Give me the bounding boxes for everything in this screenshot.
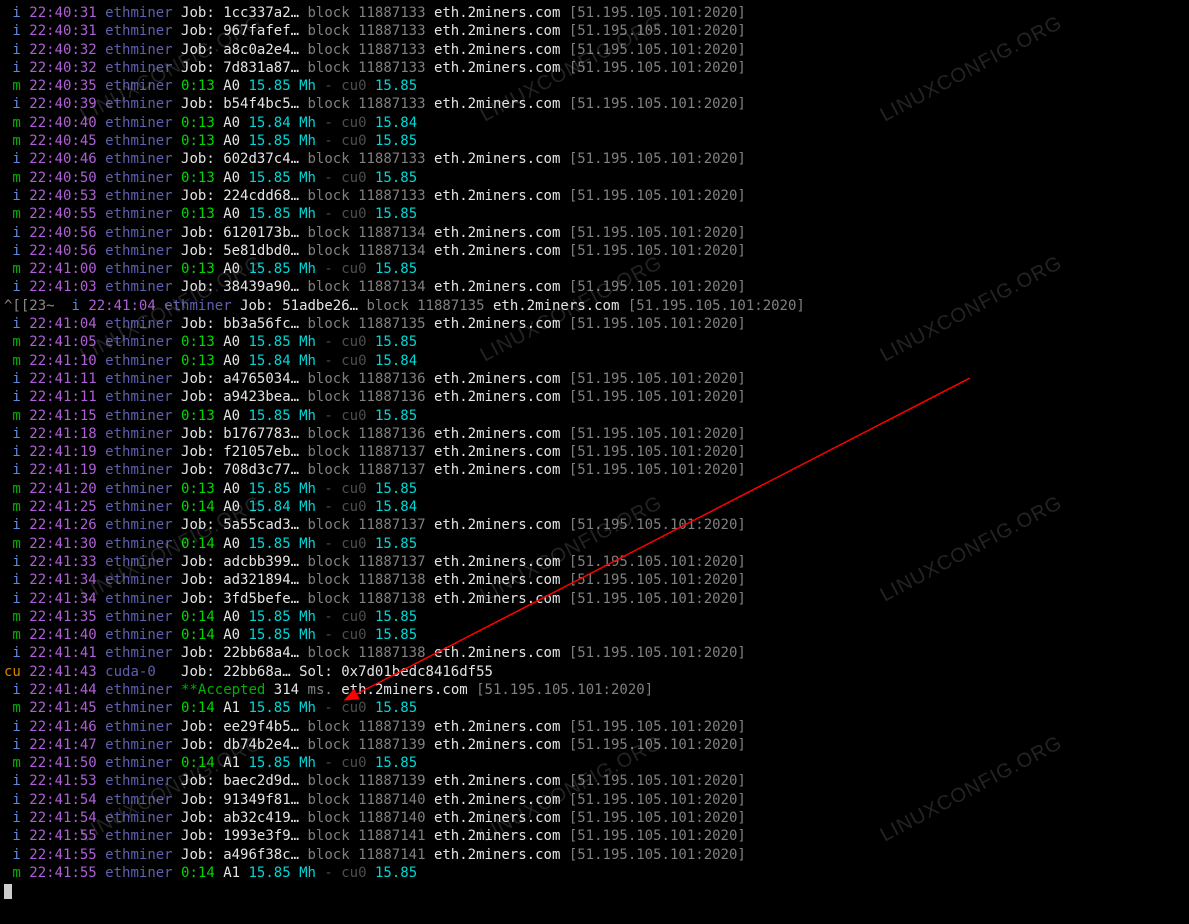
log-line: i 22:41:46 ethminer Job: ee29f4b5… block… xyxy=(4,718,1185,736)
log-line: i 22:41:19 ethminer Job: f21057eb… block… xyxy=(4,443,1185,461)
log-line: m 22:40:45 ethminer 0:13 A0 15.85 Mh - c… xyxy=(4,132,1185,150)
log-line: m 22:41:10 ethminer 0:13 A0 15.84 Mh - c… xyxy=(4,352,1185,370)
log-line: i 22:41:41 ethminer Job: 22bb68a4… block… xyxy=(4,644,1185,662)
log-line: m 22:41:25 ethminer 0:14 A0 15.84 Mh - c… xyxy=(4,498,1185,516)
log-line: m 22:41:15 ethminer 0:13 A0 15.85 Mh - c… xyxy=(4,407,1185,425)
log-line: i 22:40:32 ethminer Job: a8c0a2e4… block… xyxy=(4,41,1185,59)
log-line: i 22:41:54 ethminer Job: ab32c419… block… xyxy=(4,809,1185,827)
log-line: m 22:41:55 ethminer 0:14 A1 15.85 Mh - c… xyxy=(4,864,1185,882)
log-line: i 22:41:34 ethminer Job: 3fd5befe… block… xyxy=(4,590,1185,608)
log-line: i 22:41:34 ethminer Job: ad321894… block… xyxy=(4,571,1185,589)
log-line: m 22:41:50 ethminer 0:14 A1 15.85 Mh - c… xyxy=(4,754,1185,772)
log-line: i 22:41:11 ethminer Job: a9423bea… block… xyxy=(4,388,1185,406)
log-line: i 22:41:54 ethminer Job: 91349f81… block… xyxy=(4,791,1185,809)
log-line: i 22:41:55 ethminer Job: 1993e3f9… block… xyxy=(4,827,1185,845)
cursor-icon xyxy=(4,884,12,899)
log-line: m 22:40:40 ethminer 0:13 A0 15.84 Mh - c… xyxy=(4,114,1185,132)
log-line: i 22:41:19 ethminer Job: 708d3c77… block… xyxy=(4,461,1185,479)
log-line: i 22:40:32 ethminer Job: 7d831a87… block… xyxy=(4,59,1185,77)
log-line: i 22:40:46 ethminer Job: 602d37c4… block… xyxy=(4,150,1185,168)
log-line: i 22:40:39 ethminer Job: b54f4bc5… block… xyxy=(4,95,1185,113)
log-line: ^[[23~ i 22:41:04 ethminer Job: 51adbe26… xyxy=(4,297,1185,315)
log-line: i 22:40:53 ethminer Job: 224cdd68… block… xyxy=(4,187,1185,205)
log-line: i 22:41:47 ethminer Job: db74b2e4… block… xyxy=(4,736,1185,754)
terminal-output: i 22:40:31 ethminer Job: 1cc337a2… block… xyxy=(4,4,1185,901)
log-line: i 22:41:03 ethminer Job: 38439a90… block… xyxy=(4,278,1185,296)
log-line: m 22:41:35 ethminer 0:14 A0 15.85 Mh - c… xyxy=(4,608,1185,626)
log-line: i 22:40:31 ethminer Job: 1cc337a2… block… xyxy=(4,4,1185,22)
log-line: cu 22:41:43 cuda-0 Job: 22bb68a… Sol: 0x… xyxy=(4,663,1185,681)
log-line: m 22:40:35 ethminer 0:13 A0 15.85 Mh - c… xyxy=(4,77,1185,95)
log-line: m 22:40:55 ethminer 0:13 A0 15.85 Mh - c… xyxy=(4,205,1185,223)
log-line: i 22:41:11 ethminer Job: a4765034… block… xyxy=(4,370,1185,388)
log-line: m 22:41:40 ethminer 0:14 A0 15.85 Mh - c… xyxy=(4,626,1185,644)
log-line: i 22:41:04 ethminer Job: bb3a56fc… block… xyxy=(4,315,1185,333)
log-line: i 22:40:56 ethminer Job: 6120173b… block… xyxy=(4,224,1185,242)
log-line: m 22:41:05 ethminer 0:13 A0 15.85 Mh - c… xyxy=(4,333,1185,351)
log-line: m 22:40:50 ethminer 0:13 A0 15.85 Mh - c… xyxy=(4,169,1185,187)
log-line: i 22:41:18 ethminer Job: b1767783… block… xyxy=(4,425,1185,443)
log-line: i 22:41:55 ethminer Job: a496f38c… block… xyxy=(4,846,1185,864)
log-line: i 22:41:44 ethminer **Accepted 314 ms. e… xyxy=(4,681,1185,699)
cursor-line xyxy=(4,882,1185,900)
log-line: m 22:41:20 ethminer 0:13 A0 15.85 Mh - c… xyxy=(4,480,1185,498)
log-line: i 22:41:26 ethminer Job: 5a55cad3… block… xyxy=(4,516,1185,534)
log-line: m 22:41:00 ethminer 0:13 A0 15.85 Mh - c… xyxy=(4,260,1185,278)
log-line: i 22:40:31 ethminer Job: 967fafef… block… xyxy=(4,22,1185,40)
log-line: i 22:41:53 ethminer Job: baec2d9d… block… xyxy=(4,772,1185,790)
log-line: m 22:41:30 ethminer 0:14 A0 15.85 Mh - c… xyxy=(4,535,1185,553)
log-line: i 22:41:33 ethminer Job: adcbb399… block… xyxy=(4,553,1185,571)
log-line: m 22:41:45 ethminer 0:14 A1 15.85 Mh - c… xyxy=(4,699,1185,717)
log-line: i 22:40:56 ethminer Job: 5e81dbd0… block… xyxy=(4,242,1185,260)
